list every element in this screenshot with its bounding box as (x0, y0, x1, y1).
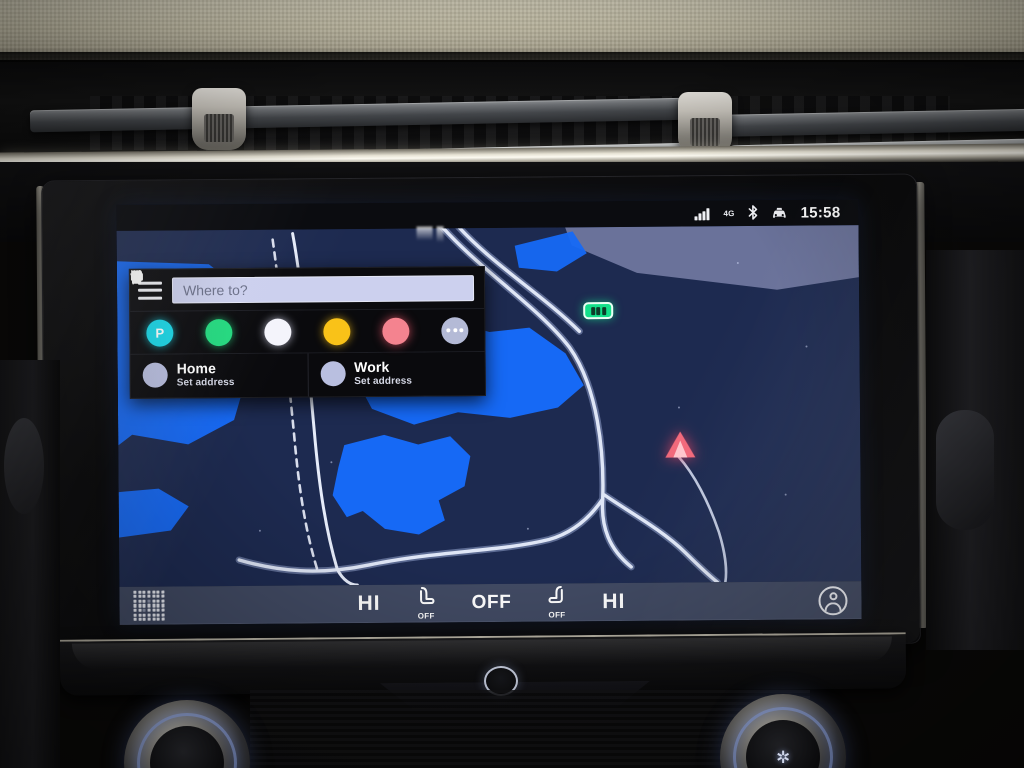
climate-knob-left[interactable] (124, 700, 250, 768)
category-shortcut-row: P (130, 269, 485, 355)
seat-heater-right[interactable]: OFF (547, 585, 566, 620)
climate-controls: HI OFF OFF OFF HI (164, 583, 818, 622)
seat-heater-left[interactable]: OFF (416, 586, 435, 621)
right-dash-panel (926, 250, 1024, 650)
parking-icon[interactable]: P (146, 318, 174, 347)
charging-station-marker[interactable] (583, 302, 614, 320)
seat-heater-icon (547, 585, 566, 611)
bluetooth-icon (748, 204, 759, 220)
left-dash-panel (0, 360, 60, 768)
signal-bars-icon (694, 207, 710, 220)
restaurant-icon[interactable] (130, 269, 351, 345)
briefcase-icon (130, 270, 346, 387)
more-dots-icon[interactable] (441, 316, 469, 344)
air-vent-knob[interactable] (678, 92, 732, 154)
home-icon (130, 270, 168, 388)
parking-glyph: P (155, 325, 165, 341)
fuel-station-icon[interactable] (131, 270, 233, 346)
blank-circle-icon[interactable] (264, 318, 292, 346)
car-icon (772, 206, 788, 219)
climate-control-bar: HI OFF OFF OFF HI (119, 581, 862, 625)
search-row (130, 267, 484, 311)
search-input[interactable] (182, 279, 474, 298)
shortcut-home-title: Home (176, 360, 217, 377)
shortcut-work-subtitle: Set address (354, 375, 413, 387)
navigation-panel[interactable]: P (128, 266, 486, 399)
shortcut-home-subtitle: Set address (176, 376, 235, 389)
screen-glare (436, 226, 444, 243)
driver-temperature[interactable]: HI (358, 592, 381, 616)
air-vent-knob[interactable] (192, 88, 246, 150)
dashboard-fabric-trim (0, 0, 1024, 60)
clock-time: 15:58 (800, 203, 841, 222)
shortcut-home[interactable]: Home Set address (130, 270, 308, 397)
seat-heater-icon (416, 586, 435, 612)
infotainment-screen[interactable]: 4G 15:58 Where to? P Home Set address Wo… (116, 199, 862, 625)
shortcut-work[interactable]: Work Set address (130, 270, 485, 397)
screen-glare (416, 226, 433, 241)
shortcut-home-text: Home Set address (176, 360, 235, 389)
seat-heater-right-state: OFF (548, 610, 566, 620)
map-canvas[interactable]: P (116, 225, 862, 587)
car-interior-scene: 4G 15:58 Where to? P Home Set address Wo… (0, 0, 1024, 768)
dash-handle-detail (936, 410, 994, 530)
user-avatar-icon[interactable] (818, 585, 848, 615)
dash-trim-detail (4, 418, 44, 514)
address-shortcut-row: Home Set address Work Set address (130, 270, 485, 398)
passenger-temperature[interactable]: HI (602, 590, 625, 614)
network-type-label: 4G (723, 208, 735, 218)
heart-icon[interactable] (131, 271, 410, 345)
search-input-wrapper[interactable] (171, 274, 475, 303)
shortcut-work-text: Work Set address (354, 358, 413, 387)
vehicle-position-arrow-highlight (673, 440, 688, 458)
shortcut-work-title: Work (354, 358, 390, 376)
defrost-icon: ✲ (776, 748, 791, 767)
more-dots-glyph (446, 328, 464, 333)
fan-state[interactable]: OFF (472, 592, 512, 614)
apps-grid-icon[interactable] (133, 590, 165, 622)
seat-heater-left-state: OFF (417, 611, 435, 621)
